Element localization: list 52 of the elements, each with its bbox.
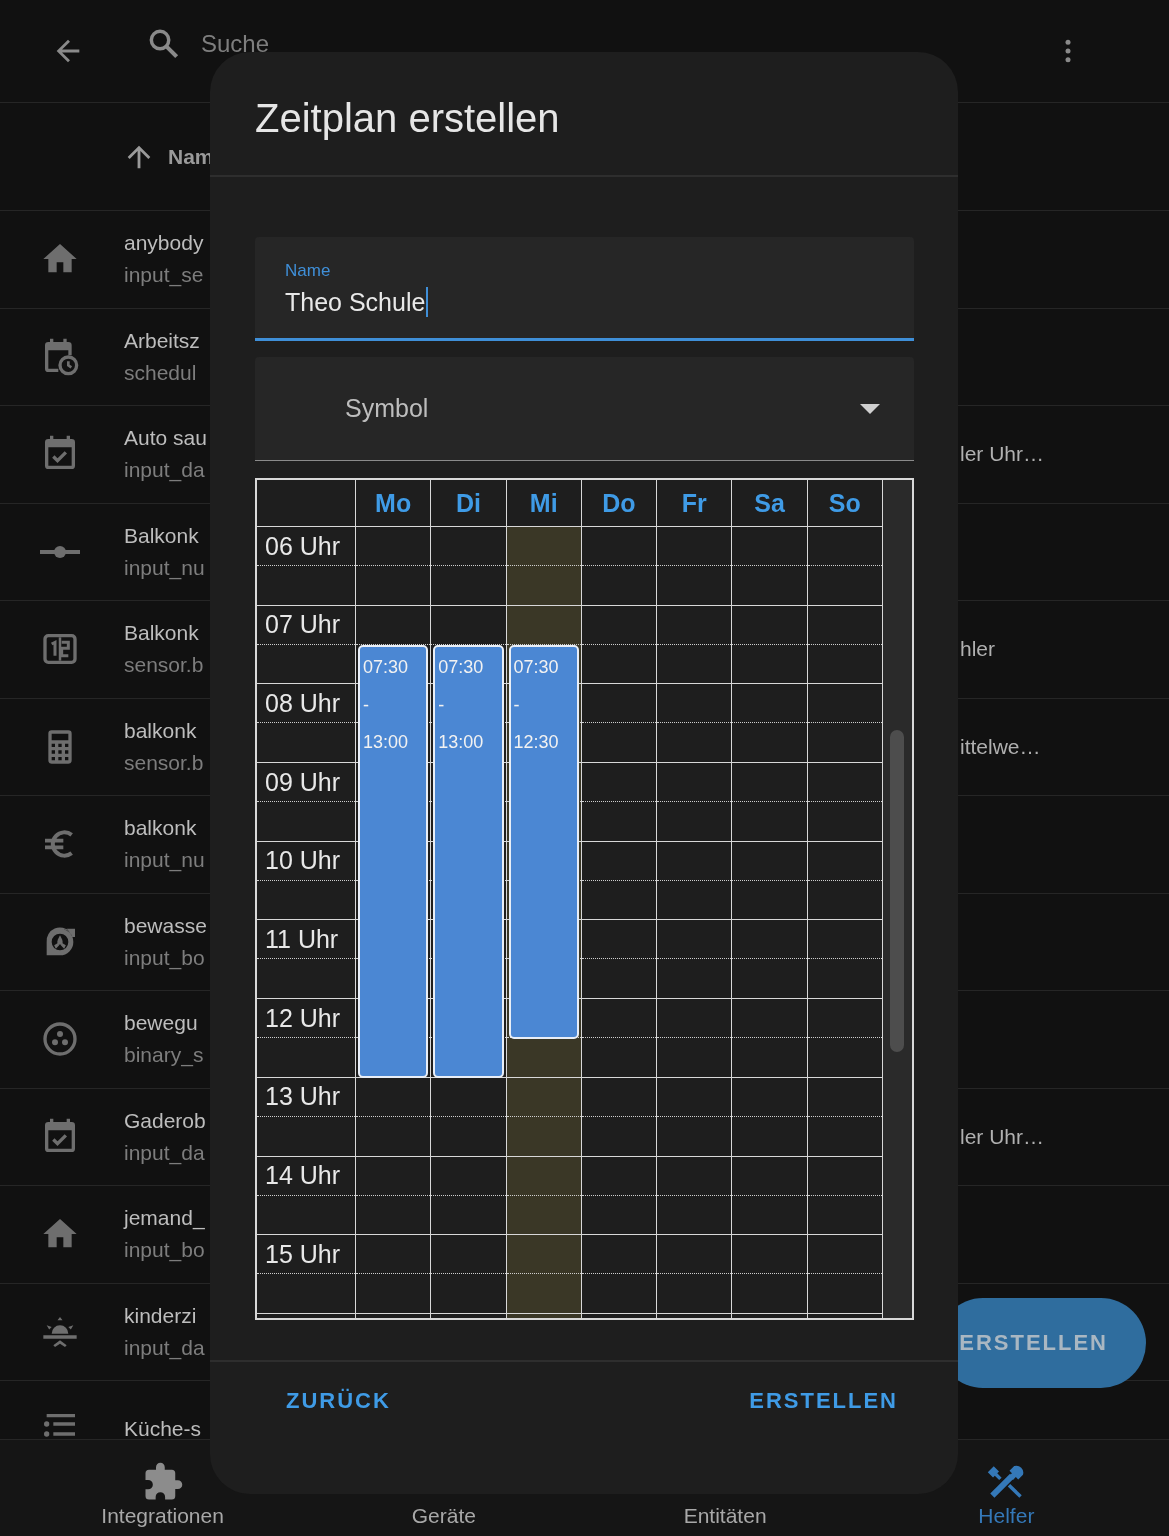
name-field[interactable]: Name Theo Schule — [255, 237, 914, 341]
dialog-title: Zeitplan erstellen — [210, 52, 958, 177]
entity-name: kinderzi — [124, 1303, 198, 1328]
day-header: Di — [431, 480, 507, 526]
dialog-button[interactable]: ZURÜCK — [270, 1382, 407, 1420]
entity-status: hler — [960, 637, 996, 662]
entity-name: Auto sau — [124, 426, 207, 451]
entity-id: input_nu — [124, 555, 205, 580]
entity-id: input_da — [124, 458, 206, 483]
day-header: Do — [581, 480, 658, 526]
entity-name: bewasse — [124, 913, 207, 938]
day-header: So — [807, 480, 883, 526]
caret-icon — [860, 403, 880, 414]
entity-name: jemand_ — [124, 1206, 205, 1231]
slider-icon — [40, 545, 80, 558]
schedule-block[interactable]: 07:30 - 13:00 — [358, 645, 429, 1078]
entity-name: Balkonk — [124, 621, 200, 646]
entity-name: Küche-s — [124, 1417, 202, 1439]
day-header: Mo — [356, 480, 432, 526]
entity-id: input_da — [124, 1335, 205, 1360]
entity-id: input_bo — [124, 945, 206, 970]
field-value: Theo Schule — [285, 287, 426, 317]
entity-name: anybody — [124, 231, 204, 256]
icon-picker-field[interactable]: Symbol — [255, 357, 914, 461]
entity-id: input_nu — [124, 848, 205, 873]
entity-name: Balkonk — [124, 523, 200, 548]
text-cursor — [426, 287, 429, 317]
day-header: Fr — [657, 480, 733, 526]
scrollbar-thumb[interactable] — [890, 730, 904, 1052]
schedule-block[interactable]: 07:30 - 13:00 — [433, 645, 504, 1078]
schedule-block[interactable]: 07:30 - 12:30 — [508, 645, 579, 1039]
entity-name: balkonk — [124, 816, 198, 841]
day-header: Sa — [732, 480, 808, 526]
day-header: Mi — [506, 480, 582, 526]
entity-status: ler Uhr… — [960, 442, 1044, 467]
entity-name: Arbeitsz — [124, 328, 200, 353]
entity-id: input_bo — [124, 1238, 205, 1263]
entity-id: schedul — [124, 360, 198, 385]
entity-status: ittelwe… — [960, 734, 1041, 759]
entity-id: binary_s — [124, 1043, 204, 1068]
entity-id: sensor.b — [124, 653, 204, 678]
nav-tab[interactable]: Helfer — [865, 1440, 1147, 1536]
field-label: Name — [285, 261, 332, 281]
entity-name: balkonk — [124, 718, 198, 743]
entity-status: ler Uhr… — [960, 1124, 1044, 1149]
dialog-button[interactable]: ERSTELLEN — [733, 1382, 914, 1420]
entity-id: input_se — [124, 263, 204, 288]
nav-tab[interactable]: Integrationen — [22, 1440, 304, 1536]
entity-id: input_da — [124, 1140, 206, 1165]
entity-name: Gaderob — [124, 1108, 206, 1133]
entity-name: bewegu — [124, 1011, 199, 1036]
entity-id: sensor.b — [124, 750, 204, 775]
